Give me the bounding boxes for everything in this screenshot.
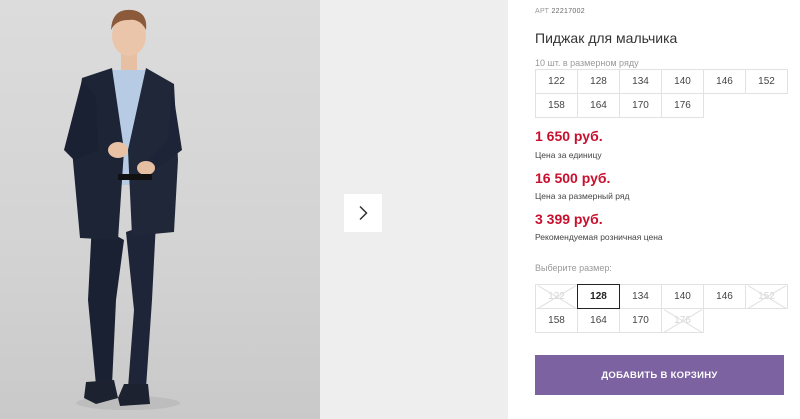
pack-size-cell: 164	[577, 93, 620, 118]
size-option[interactable]: 158	[535, 308, 578, 333]
retail-price: 3 399 руб.	[535, 211, 603, 227]
pack-size-grid: 122 128 134 140 146 152 158 164 170 176	[535, 69, 788, 118]
pack-size-cell: 158	[535, 93, 578, 118]
size-option-unavailable: 176	[661, 308, 704, 333]
article-prefix: АРТ	[535, 8, 550, 15]
size-selector: 122 128 134 140 146 152 158 164 170 176	[535, 284, 788, 333]
pack-price-note: Цена за размерный ряд	[535, 191, 630, 201]
chevron-right-icon	[359, 205, 368, 221]
add-to-cart-button[interactable]: ДОБАВИТЬ В КОРЗИНУ	[535, 355, 784, 395]
pack-size-cell: 122	[535, 69, 578, 94]
pack-size-cell: 170	[619, 93, 662, 118]
product-title: Пиджак для мальчика	[535, 30, 678, 46]
size-option[interactable]: 146	[703, 284, 746, 309]
retail-price-note: Рекомендуемая розничная цена	[535, 232, 663, 242]
pack-size-cell: 128	[577, 69, 620, 94]
boy-in-suit-image	[64, 9, 182, 410]
gallery-next-button[interactable]	[344, 194, 382, 232]
pack-size-cell: 146	[703, 69, 746, 94]
pack-size-cell: 134	[619, 69, 662, 94]
article-value: 22217002	[551, 8, 585, 15]
size-option[interactable]: 134	[619, 284, 662, 309]
pack-price: 16 500 руб.	[535, 170, 611, 186]
article-number: АРТ 22217002	[535, 8, 585, 15]
pack-size-cell: 176	[661, 93, 704, 118]
size-option-unavailable: 122	[535, 284, 578, 309]
unit-price: 1 650 руб.	[535, 128, 603, 144]
size-option[interactable]: 170	[619, 308, 662, 333]
pack-size-cell: 152	[745, 69, 788, 94]
pack-label: 10 шт. в размерном ряду	[535, 58, 639, 68]
size-option[interactable]: 140	[661, 284, 704, 309]
unit-price-note: Цена за единицу	[535, 150, 602, 160]
product-photo[interactable]	[0, 0, 320, 419]
product-gallery	[0, 0, 508, 419]
size-option[interactable]: 164	[577, 308, 620, 333]
pack-size-cell: 140	[661, 69, 704, 94]
size-option-selected[interactable]: 128	[577, 284, 620, 309]
choose-size-label: Выберите размер:	[535, 263, 612, 273]
size-option-unavailable: 152	[745, 284, 788, 309]
